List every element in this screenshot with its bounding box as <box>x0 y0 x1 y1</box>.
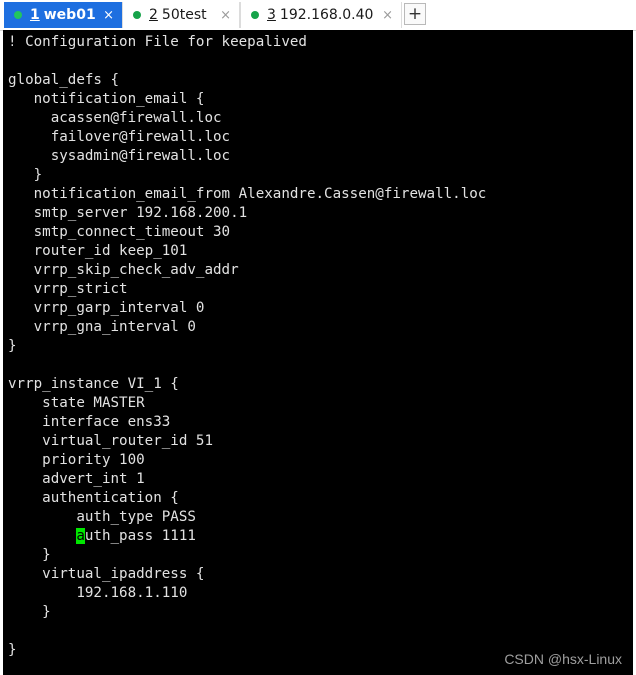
terminal-line: } <box>8 547 51 563</box>
terminal-line: virtual_router_id 51 <box>8 433 213 449</box>
new-tab-button[interactable]: + <box>404 3 426 25</box>
terminal-line: vrrp_gna_interval 0 <box>8 319 196 335</box>
tab-number: 2 <box>149 7 158 23</box>
terminal-line: advert_int 1 <box>8 471 145 487</box>
watermark: CSDN @hsx-Linux <box>504 651 622 667</box>
terminal-line: notification_email_from Alexandre.Cassen… <box>8 186 487 202</box>
terminal-line: } <box>8 604 51 620</box>
terminal-line: vrrp_skip_check_adv_addr <box>8 262 239 278</box>
terminal-line: } <box>8 167 43 183</box>
terminal-line: virtual_ipaddress { <box>8 566 205 582</box>
terminal-line: global_defs { <box>8 72 120 88</box>
terminal-line: smtp_connect_timeout 30 <box>8 224 231 240</box>
tab-label: 192.168.0.40 <box>279 7 374 23</box>
terminal-line: vrrp_garp_interval 0 <box>8 300 205 316</box>
terminal-line: failover@firewall.loc <box>8 129 231 145</box>
terminal-line: vrrp_instance VI_1 { <box>8 376 179 392</box>
tab-number: 1 <box>30 7 40 23</box>
terminal-output[interactable]: ! Configuration File for keepalived globa… <box>3 30 633 675</box>
terminal-line: router_id keep_101 <box>8 243 188 259</box>
tab-web01[interactable]: 1 web01 × <box>4 2 122 28</box>
terminal-line: authentication { <box>8 490 179 506</box>
tab-label: 50test <box>161 7 207 23</box>
terminal-line: auth_pass 1111 <box>76 528 196 544</box>
tab-number: 3 <box>267 7 276 23</box>
terminal-line: } <box>8 642 17 658</box>
text-cursor: a <box>76 528 85 544</box>
terminal-line: interface ens33 <box>8 414 171 430</box>
terminal-line: priority 100 <box>8 452 145 468</box>
terminal-line: sysadmin@firewall.loc <box>8 148 231 164</box>
terminal-line: notification_email { <box>8 91 205 107</box>
close-tab-icon[interactable]: × <box>103 8 114 23</box>
terminal-line: } <box>8 338 17 354</box>
tab-50test[interactable]: 2 50test × <box>122 2 240 28</box>
connection-status-icon <box>14 11 22 19</box>
terminal-line: acassen@firewall.loc <box>8 110 222 126</box>
terminal-line: state MASTER <box>8 395 145 411</box>
tab-bar: 1 web01 × 2 50test × 3 192.168.0.40 × + <box>0 0 636 31</box>
tab-label: web01 <box>43 7 96 23</box>
close-tab-icon[interactable]: × <box>382 8 393 23</box>
terminal-line: vrrp_strict <box>8 281 128 297</box>
connection-status-icon <box>133 11 141 19</box>
terminal-line: smtp_server 192.168.200.1 <box>8 205 248 221</box>
tab-192-168-0-40[interactable]: 3 192.168.0.40 × <box>240 2 402 28</box>
terminal-line: 192.168.1.110 <box>8 585 188 601</box>
terminal-line: ! Configuration File for keepalived <box>8 34 307 50</box>
close-tab-icon[interactable]: × <box>220 8 231 23</box>
connection-status-icon <box>251 11 259 19</box>
terminal-line: auth_type PASS <box>8 509 196 525</box>
